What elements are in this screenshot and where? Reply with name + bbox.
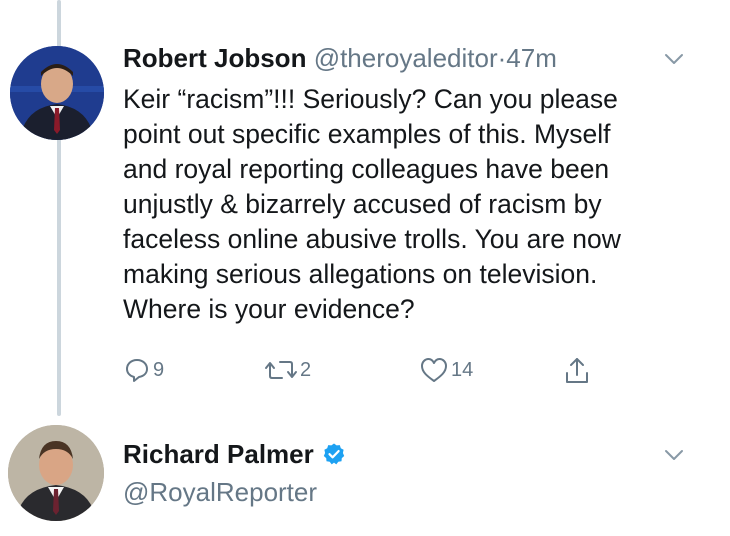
separator-dot: · xyxy=(497,43,507,73)
share-button[interactable] xyxy=(563,356,591,386)
tweet-actions: 9 2 14 xyxy=(123,356,623,392)
tweet-header: Robert Jobson @theroyaleditor·47m xyxy=(123,40,557,76)
reply-count: 9 xyxy=(153,358,165,381)
tweet-text-line: and royal reporting colleagues have been xyxy=(123,154,610,184)
retweet-count: 2 xyxy=(300,358,312,381)
tweet-text-line: Where is your evidence? xyxy=(123,294,415,324)
tweet-text-line: point out specific examples of this. Mys… xyxy=(123,119,611,149)
tweet-header: Richard Palmer xyxy=(123,436,346,472)
avatar-photo xyxy=(10,46,104,140)
tweet-text-line: Keir “racism”!!! Seriously? Can you plea… xyxy=(123,84,618,114)
tweet-text-line: making serious allegations on television… xyxy=(123,259,598,289)
author-handle[interactable]: @RoyalReporter xyxy=(123,474,317,510)
tweet-text-line: faceless online abusive trolls. You are … xyxy=(123,224,621,254)
like-count: 14 xyxy=(451,358,474,381)
share-icon xyxy=(566,358,588,383)
author-name[interactable]: Robert Jobson xyxy=(123,43,306,73)
avatar[interactable] xyxy=(8,425,104,521)
retweet-button[interactable]: 2 xyxy=(264,356,311,384)
tweet-text-line: unjustly & bizarrely accused of racism b… xyxy=(123,189,602,219)
tweet-timestamp[interactable]: 47m xyxy=(506,43,557,73)
author-handle[interactable]: @theroyaleditor xyxy=(314,43,498,73)
avatar-photo xyxy=(8,425,104,521)
reply-icon xyxy=(126,359,148,382)
retweet-icon xyxy=(265,361,297,379)
like-button[interactable]: 14 xyxy=(419,356,473,384)
verified-badge-icon xyxy=(323,443,344,465)
tweet-body: Keir “racism”!!! Seriously? Can you plea… xyxy=(123,82,703,327)
heart-icon xyxy=(421,358,447,382)
chevron-down-icon[interactable] xyxy=(663,52,685,66)
reply-button[interactable]: 9 xyxy=(123,356,164,384)
author-name[interactable]: Richard Palmer xyxy=(123,436,314,472)
chevron-down-icon[interactable] xyxy=(663,448,685,462)
avatar[interactable] xyxy=(10,46,104,140)
